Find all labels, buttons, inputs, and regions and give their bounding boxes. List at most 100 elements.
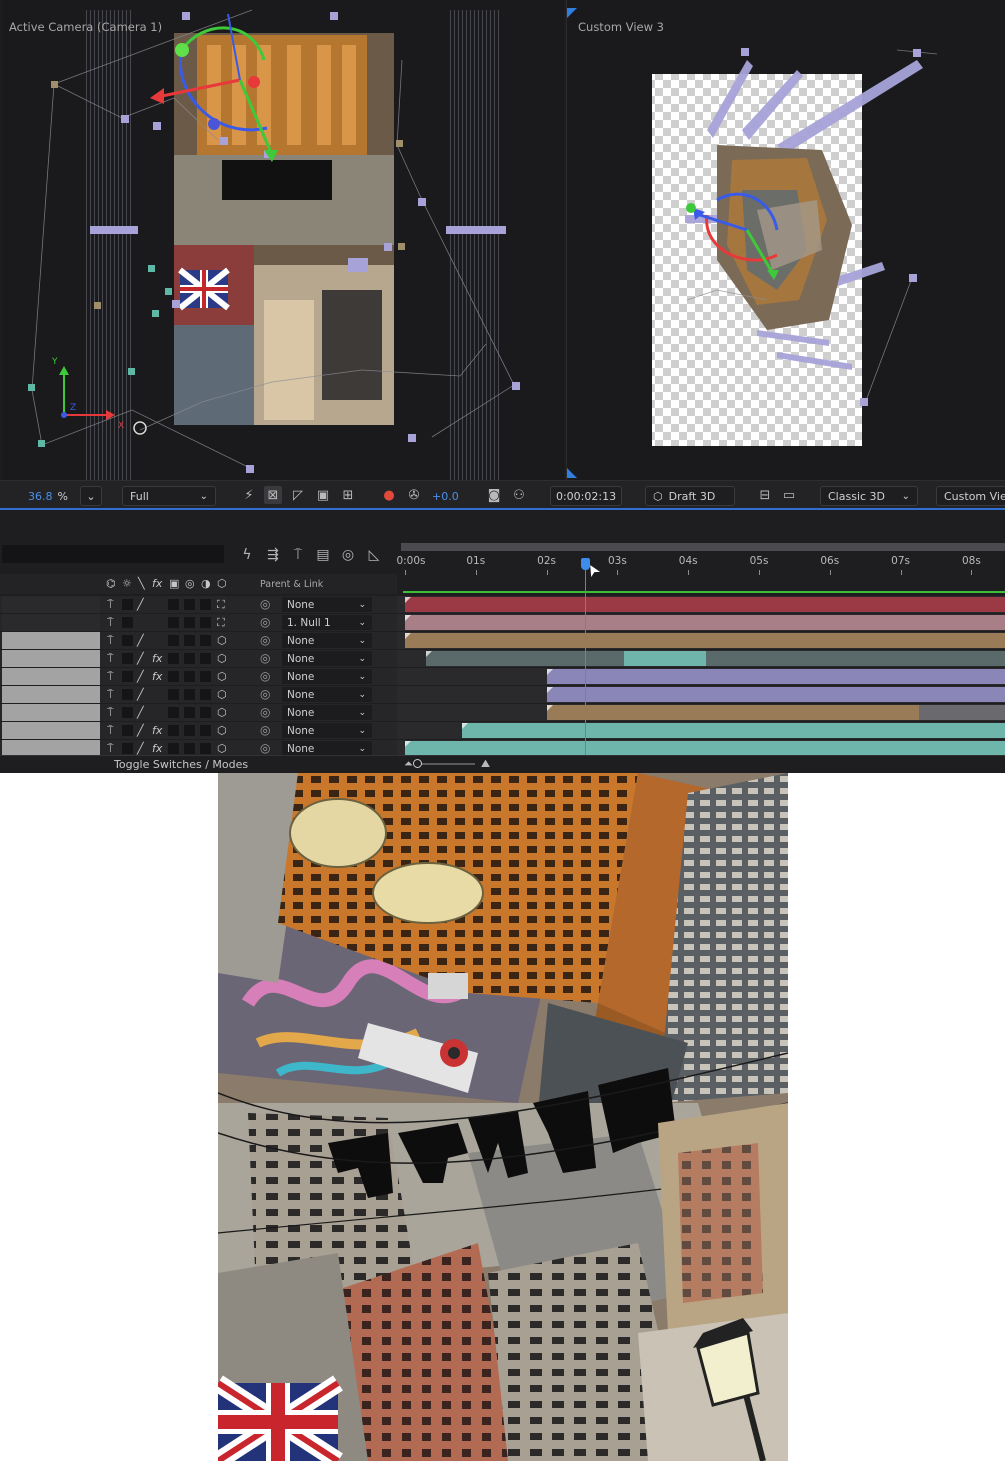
layer-switch-box[interactable]	[168, 689, 179, 700]
parent-dropdown[interactable]: None ⌄	[282, 597, 372, 612]
shy-switch-icon[interactable]: ⍑	[107, 724, 114, 738]
3d-layer-icon[interactable]: ⬡	[217, 688, 227, 701]
shy-switch-icon[interactable]: ⍑	[107, 670, 114, 684]
shy-switch-icon[interactable]: ⍑	[107, 688, 114, 702]
parent-dropdown[interactable]: 1. Null 1 ⌄	[282, 615, 372, 630]
layer-row[interactable]: ⍑ ⛶ ◎ 1. Null 1 ⌄	[0, 614, 1005, 632]
layer-switch-box[interactable]	[184, 707, 195, 718]
channel-icon[interactable]: ●	[380, 486, 398, 504]
resolution-dropdown[interactable]: Full ⌄	[122, 486, 216, 506]
layer-switch-box[interactable]	[168, 707, 179, 718]
layer-duration-bar[interactable]	[405, 597, 1005, 612]
layer-duration-bar[interactable]	[546, 687, 1005, 702]
layer-label-color[interactable]	[2, 596, 100, 613]
parent-dropdown[interactable]: None ⌄	[282, 633, 372, 648]
composition-flowchart-icon[interactable]: ◺	[365, 547, 383, 563]
layer-switch-box[interactable]	[184, 599, 195, 610]
parent-dropdown[interactable]: None ⌄	[282, 741, 372, 756]
layer-label-color[interactable]	[2, 632, 100, 649]
shy-icon[interactable]: ⇶	[264, 547, 282, 563]
shy-switch-icon[interactable]: ⍑	[107, 598, 114, 612]
collapse-switch[interactable]	[122, 671, 133, 682]
layer-switch-box[interactable]	[184, 635, 195, 646]
collapse-switch[interactable]	[122, 599, 133, 610]
layer-label-color[interactable]	[2, 650, 100, 667]
parent-dropdown[interactable]: None ⌄	[282, 669, 372, 684]
3d-extended-viewer-icon[interactable]: ▭	[780, 486, 798, 504]
layer-switch-box[interactable]	[168, 743, 179, 754]
collapse-switch[interactable]	[122, 689, 133, 700]
frame-blend-icon[interactable]: ▤	[314, 547, 332, 563]
quality-switch[interactable]: ╱	[137, 724, 144, 737]
reset-exposure-icon[interactable]: ✇	[405, 486, 423, 504]
grid-guides-icon[interactable]: ⊞	[339, 486, 357, 504]
layer-label-color[interactable]	[2, 668, 100, 685]
zoom-slider-knob[interactable]	[412, 759, 422, 768]
effects-switch[interactable]: fx	[152, 670, 162, 683]
layer-switch-box[interactable]	[200, 743, 211, 754]
layer-switch-box[interactable]	[200, 599, 211, 610]
quality-switch[interactable]: ╱	[137, 634, 144, 647]
pickwhip-icon[interactable]: ◎	[260, 651, 270, 665]
roi-icon[interactable]: ▣	[314, 486, 332, 504]
layer-switch-box[interactable]	[200, 707, 211, 718]
snapshot-icon[interactable]: ◙	[485, 486, 503, 504]
layer-switch-box[interactable]	[168, 617, 179, 628]
zoom-value[interactable]: 36.8	[28, 490, 53, 503]
layer-switch-box[interactable]	[184, 689, 195, 700]
fast-previews-icon[interactable]: ⚡	[240, 486, 258, 504]
pickwhip-icon[interactable]: ◎	[260, 633, 270, 647]
layer-row[interactable]: ⍑ ╱ ⛶ ◎ None ⌄	[0, 596, 1005, 614]
3d-layer-icon[interactable]: ⬡	[217, 706, 227, 719]
show-snapshot-icon[interactable]: ⚇	[510, 486, 528, 504]
layer-switch-box[interactable]	[184, 671, 195, 682]
custom-view-viewer[interactable]: Custom View 3	[566, 0, 1005, 480]
layer-duration-bar[interactable]	[461, 723, 1005, 738]
layer-switch-box[interactable]	[184, 743, 195, 754]
collapse-switch[interactable]	[122, 653, 133, 664]
quality-switch[interactable]: ╱	[137, 652, 144, 665]
layer-switch-box[interactable]	[184, 725, 195, 736]
shy-switch-icon[interactable]: ⍑	[107, 742, 114, 756]
quality-switch[interactable]: ╱	[137, 742, 144, 755]
effects-switch[interactable]: fx	[152, 742, 162, 755]
layer-label-color[interactable]	[2, 722, 100, 739]
draft-3d-toggle[interactable]: ⬡ Draft 3D	[645, 486, 735, 506]
3d-layer-icon[interactable]: ⬡	[217, 670, 227, 683]
renderer-dropdown[interactable]: Classic 3D ⌄	[820, 486, 918, 506]
zoom-dropdown[interactable]: ⌄	[80, 486, 102, 506]
effects-switch[interactable]: fx	[152, 652, 162, 665]
parent-dropdown[interactable]: None ⌄	[282, 651, 372, 666]
layer-search-input[interactable]	[2, 545, 224, 563]
pickwhip-icon[interactable]: ◎	[260, 687, 270, 701]
toggle-switches-modes-button[interactable]: Toggle Switches / Modes	[114, 758, 248, 771]
layer-switch-box[interactable]	[168, 725, 179, 736]
layer-row[interactable]: ⍑ ╱ ⬡ ◎ None ⌄	[0, 704, 1005, 722]
layer-row[interactable]: ⍑ ╱ ⬡ ◎ None ⌄	[0, 686, 1005, 704]
solo-icon[interactable]: ⍑	[289, 547, 307, 563]
view-dropdown[interactable]: Custom Vie	[936, 486, 1005, 506]
quality-switch[interactable]: ╱	[137, 688, 144, 701]
3d-ground-plane-icon[interactable]: ⊟	[756, 486, 774, 504]
layer-switch-box[interactable]	[184, 653, 195, 664]
collapse-switch[interactable]	[122, 707, 133, 718]
quality-switch[interactable]: ╱	[137, 706, 144, 719]
time-ruler[interactable]: 0:00s 01s 02s 03s 04s 05s 06s 07s 08s	[396, 541, 1005, 575]
layer-duration-bar[interactable]	[405, 633, 1005, 648]
pickwhip-icon[interactable]: ◎	[260, 597, 270, 611]
shy-switch-icon[interactable]: ⍑	[107, 652, 114, 666]
quality-switch[interactable]: ╱	[137, 670, 144, 683]
pickwhip-icon[interactable]: ◎	[260, 615, 270, 629]
layer-switch-box[interactable]	[168, 599, 179, 610]
parent-dropdown[interactable]: None ⌄	[282, 723, 372, 738]
layer-row[interactable]: ⍑ ╱ fx ⬡ ◎ None ⌄	[0, 668, 1005, 686]
layer-duration-bar[interactable]	[546, 705, 1005, 720]
timecode-display[interactable]: 0:00:02:13	[550, 486, 622, 506]
collapse-switch[interactable]	[122, 617, 133, 628]
layer-duration-bar[interactable]	[546, 669, 1005, 684]
pickwhip-icon[interactable]: ◎	[260, 723, 270, 737]
layer-row[interactable]: ⍑ ╱ fx ⬡ ◎ None ⌄	[0, 722, 1005, 740]
layer-switch-box[interactable]	[200, 671, 211, 682]
graph-editor-icon[interactable]: ◎	[339, 547, 357, 563]
parent-dropdown[interactable]: None ⌄	[282, 687, 372, 702]
